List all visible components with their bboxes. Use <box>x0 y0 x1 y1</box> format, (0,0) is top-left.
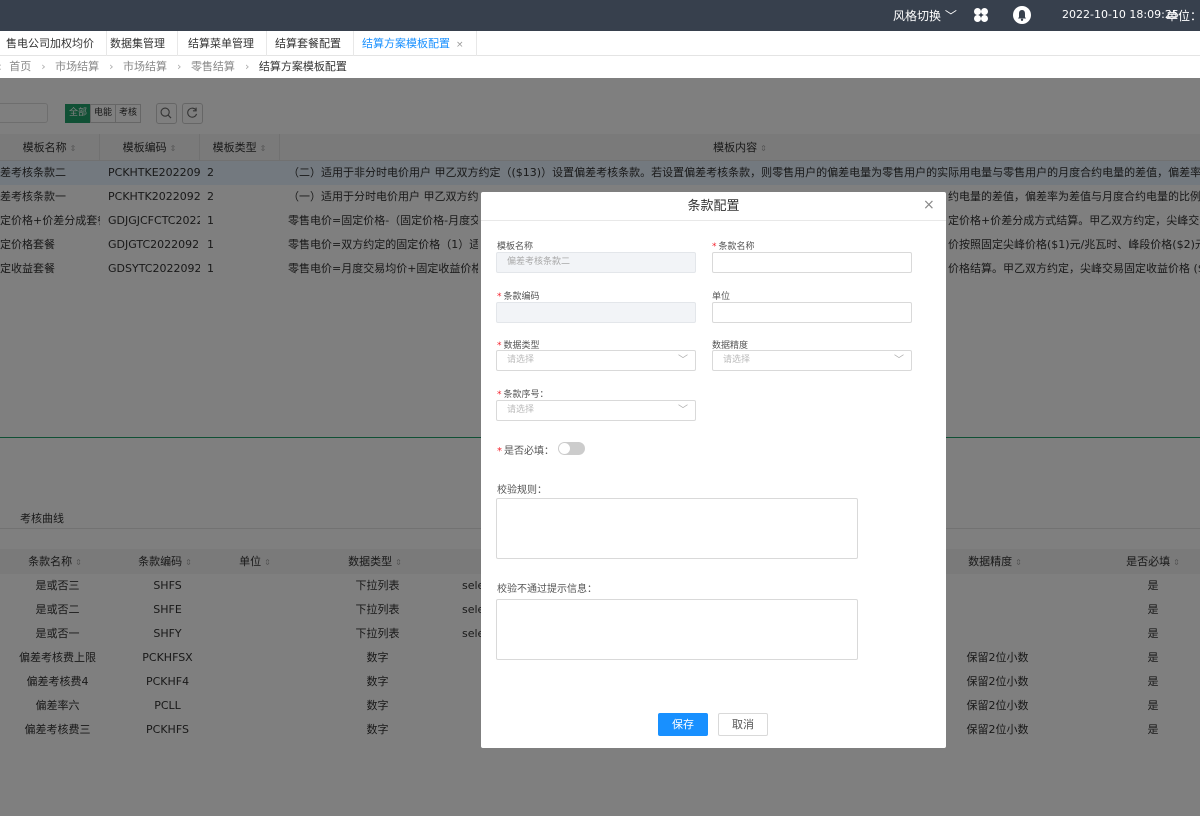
tab-label: 结算方案模板配置 <box>362 37 450 50</box>
field-value: 偏差考核条款二 <box>507 257 571 267</box>
breadcrumb: : 首页 › 市场结算 › 市场结算 › 零售结算 › 结算方案模板配置 <box>0 56 1200 78</box>
label-text: 校验不通过提示信息： <box>497 584 597 595</box>
breadcrumb-market[interactable]: 市场结算 <box>55 60 99 73</box>
fail-message-label: 校验不通过提示信息： <box>497 580 597 595</box>
clause-seq-label: * 条款序号： <box>497 390 549 400</box>
breadcrumb-retail[interactable]: 零售结算 <box>191 60 235 73</box>
label-text: 条款名称 <box>718 242 755 252</box>
apps-grid-icon[interactable] <box>973 7 989 23</box>
chevron-down-icon: ﹀ <box>678 355 688 366</box>
label-text: 条款编码 <box>503 292 540 302</box>
breadcrumb-separator: › <box>109 60 114 73</box>
tab-label: 数据集管理 <box>110 37 165 50</box>
chevron-down-icon: ﹀ <box>894 355 904 366</box>
data-type-select[interactable]: 请选择 ﹀ <box>496 350 696 371</box>
tab-settlement-menu[interactable]: 结算菜单管理 <box>176 31 267 56</box>
clause-code-label: * 条款编码 <box>497 292 540 302</box>
toggle-knob <box>559 443 570 454</box>
breadcrumb-home[interactable]: 首页 <box>9 60 31 73</box>
tab-label: 结算套餐配置 <box>275 37 341 50</box>
clause-seq-select[interactable]: 请选择 ﹀ <box>496 400 696 421</box>
select-placeholder: 请选择 <box>507 405 535 415</box>
cancel-button[interactable]: 取消 <box>718 713 768 736</box>
label-text: 单位 <box>712 292 731 302</box>
breadcrumb-colon: : <box>0 60 2 73</box>
required-toggle[interactable] <box>558 442 585 455</box>
tab-weighted-price[interactable]: 售电公司加权均价 <box>0 31 107 56</box>
label-text: 条款序号： <box>503 390 549 400</box>
select-placeholder: 请选择 <box>723 355 751 365</box>
save-button[interactable]: 保存 <box>658 713 708 736</box>
clause-name-label: * 条款名称 <box>712 242 755 252</box>
template-name-label: 模板名称 <box>497 239 533 252</box>
validation-rule-textarea[interactable] <box>496 498 858 559</box>
breadcrumb-current: 结算方案模板配置 <box>258 60 347 73</box>
clause-config-dialog: 条款配置 × 模板名称 偏差考核条款二 * 条款名称 * 条款编码 单位 * 数据类型… <box>481 192 946 748</box>
dialog-title: 条款配置 <box>481 192 946 221</box>
tab-label: 结算菜单管理 <box>188 37 254 50</box>
page-tabs: 售电公司加权均价 数据集管理 结算菜单管理 结算套餐配置 结算方案模板配置 × <box>0 31 1200 56</box>
template-name-field: 偏差考核条款二 <box>496 252 696 273</box>
tab-close-icon[interactable]: × <box>456 40 464 50</box>
label-text: 模板名称 <box>497 242 534 252</box>
tab-dataset-management[interactable]: 数据集管理 <box>98 31 178 56</box>
label-text: 是否必填： <box>504 446 554 457</box>
label-text: 校验规则： <box>497 485 547 496</box>
tab-label: 售电公司加权均价 <box>6 37 94 50</box>
close-icon[interactable]: × <box>923 197 935 213</box>
breadcrumb-market-settlement[interactable]: 市场结算 <box>123 60 167 73</box>
breadcrumb-separator: › <box>177 60 182 73</box>
precision-select[interactable]: 请选择 ﹀ <box>712 350 912 371</box>
unit-field-label: 单位 <box>712 289 730 302</box>
tab-settlement-template[interactable]: 结算方案模板配置 × <box>350 31 477 56</box>
top-bar: 风格切换 ﹀ 2022-10-10 18:09:25 单位：I <box>0 0 1200 31</box>
validation-rule-label: 校验规则： <box>497 481 547 496</box>
required-label: * 是否必填： <box>497 446 554 457</box>
current-datetime: 2022-10-10 18:09:25 <box>1062 8 1179 21</box>
tab-settlement-package[interactable]: 结算套餐配置 <box>263 31 354 56</box>
style-switch-button[interactable]: 风格切换 ﹀ <box>893 7 957 24</box>
bell-icon[interactable] <box>1013 6 1031 24</box>
unit-label: 单位：I <box>1166 9 1200 23</box>
fail-message-textarea[interactable] <box>496 599 858 660</box>
breadcrumb-separator: › <box>244 60 250 73</box>
breadcrumb-separator: › <box>41 60 46 73</box>
select-placeholder: 请选择 <box>507 355 535 365</box>
chevron-down-icon: ﹀ <box>678 405 688 416</box>
clause-code-input <box>496 302 696 323</box>
clause-name-input[interactable] <box>712 252 912 273</box>
unit-input[interactable] <box>712 302 912 323</box>
